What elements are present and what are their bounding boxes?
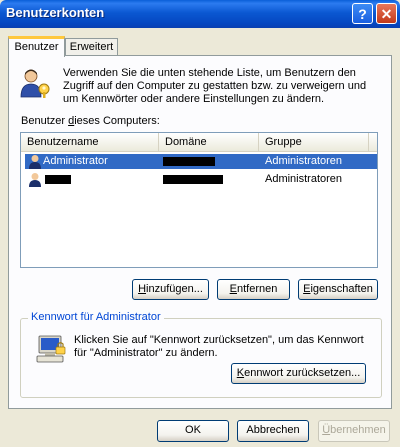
users-listview[interactable]: Benutzername Domäne Gruppe Administrator…	[20, 132, 378, 268]
column-header-domain[interactable]: Domäne	[159, 133, 259, 151]
list-header: Benutzername Domäne Gruppe	[21, 133, 377, 152]
column-header-group[interactable]: Gruppe	[259, 133, 369, 151]
apply-button[interactable]: Übernehmen	[318, 420, 390, 442]
reset-password-button[interactable]: Kennwort zurücksetzen...	[231, 363, 366, 384]
computer-icon	[36, 335, 66, 363]
tab-erweitert[interactable]: Erweitert	[65, 38, 118, 56]
add-button[interactable]: Hinzufügen...	[132, 279, 209, 300]
user-icon	[29, 155, 41, 169]
user-group: Administratoren	[265, 173, 343, 185]
redacted-username	[45, 175, 71, 184]
properties-button[interactable]: Eigenschaften	[298, 279, 378, 300]
user-group: Administratoren	[265, 155, 343, 167]
ok-button[interactable]: OK	[157, 420, 229, 442]
cancel-button[interactable]: Abbrechen	[237, 420, 309, 442]
table-row[interactable]: Administratoren	[25, 172, 377, 187]
tab-benutzer[interactable]: Benutzer	[8, 36, 65, 57]
password-text: Klicken Sie auf "Kennwort zurücksetzen",…	[74, 334, 364, 359]
users-key-icon	[20, 69, 50, 98]
remove-button[interactable]: Entfernen	[217, 279, 290, 300]
redacted-domain	[163, 175, 223, 184]
table-row[interactable]: Administrator Administratoren	[25, 154, 377, 169]
redacted-domain	[163, 157, 215, 166]
title-bar: Benutzerkonten ? ✕	[0, 0, 400, 28]
users-list-label: Benutzer dieses Computers:	[21, 115, 160, 127]
help-button[interactable]: ?	[352, 3, 373, 24]
user-name: Administrator	[43, 155, 108, 167]
column-header-username[interactable]: Benutzername	[21, 133, 159, 151]
intro-text: Verwenden Sie die unten stehende Liste, …	[63, 67, 367, 105]
window-title: Benutzerkonten	[6, 5, 105, 20]
close-button[interactable]: ✕	[376, 3, 397, 24]
password-group-title: Kennwort für Administrator	[28, 311, 164, 323]
user-icon	[29, 173, 41, 187]
